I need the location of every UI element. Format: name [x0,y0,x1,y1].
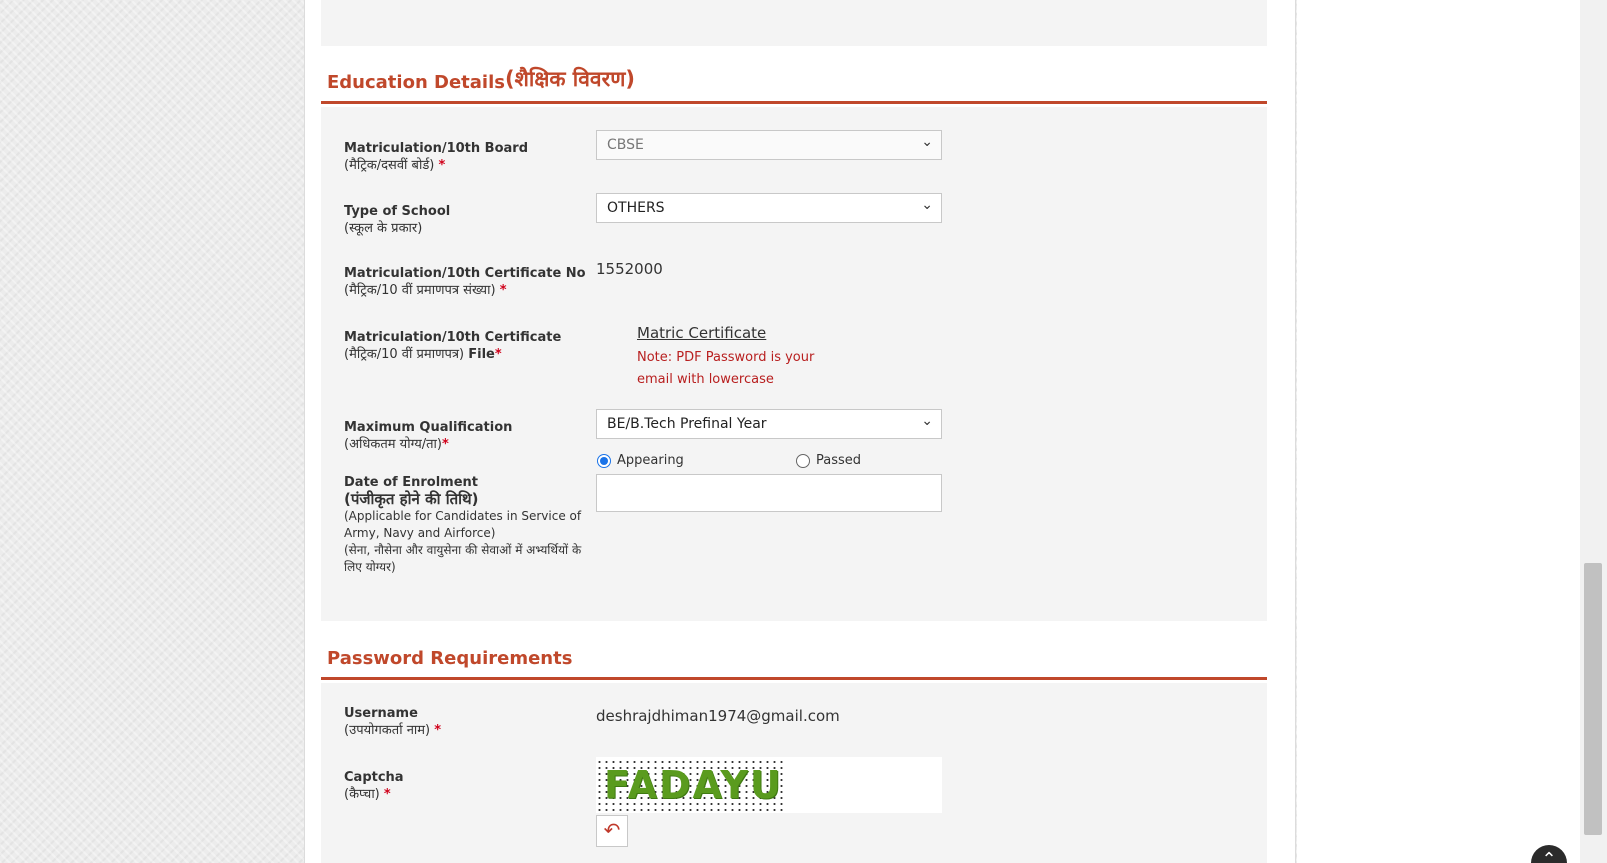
cert-no-label-en: Matriculation/10th Certificate No [344,266,586,281]
cert-file-label-suffix: File [468,347,495,362]
required-marker: * [494,347,502,362]
username-label-hi-wrap: (उपयोगकर्ता नाम) * [344,722,441,739]
school-type-label: Type of School (स्कूल के प्रकार) [344,203,450,237]
previous-section-panel [321,0,1267,46]
captcha-label-hi-wrap: (कैप्चा) * [344,786,404,803]
matric-certificate-link[interactable]: Matric Certificate [637,324,766,342]
radio-passed-label: Passed [816,453,862,468]
captcha-refresh-button[interactable]: ↶ [596,815,628,847]
cert-no-label-hi: (मैट्रिक/10 वीं प्रमाणपत्र संख्या) [344,283,496,298]
enrolment-note-hi: (सेना, नौसेना और वायुसेना की सेवाओं में … [344,543,582,574]
cert-no-label-hi-wrap: (मैट्रिक/10 वीं प्रमाणपत्र संख्या) * [344,282,586,299]
captcha-label-en: Captcha [344,770,404,785]
qualification-label-hi: (अधिकतम योग्य/ता) [344,437,442,452]
qualification-select[interactable]: BE/B.Tech Prefinal Year ⌄ [596,409,942,439]
board-label: Matriculation/10th Board (मैट्रिक/दसवीं … [344,140,528,174]
required-marker: * [442,437,449,452]
school-type-label-hi: (स्कूल के प्रकार) [344,221,423,236]
education-title-en: Education Details [327,72,505,93]
board-label-en: Matriculation/10th Board [344,141,528,156]
radio-appearing-label: Appearing [617,453,684,468]
chevron-down-icon: ⌄ [921,197,933,213]
cert-file-label: Matriculation/10th Certificate (मैट्रिक/… [344,329,561,363]
cert-no-label: Matriculation/10th Certificate No (मैट्र… [344,265,586,299]
scrollbar-thumb[interactable] [1584,563,1602,835]
cert-no-value: 1552000 [596,260,663,278]
arrow-up-icon: ⌃ [1541,849,1557,863]
username-label-en: Username [344,706,418,721]
pdf-password-note: Note: PDF Password is your email with lo… [637,350,815,387]
school-type-select-value: OTHERS [607,200,665,216]
qualification-label-hi-wrap: (अधिकतम योग्य/ता)* [344,436,512,453]
enrolment-label-hi: (पंजीकृत होने की तिथि) [344,490,479,508]
cert-file-label-hi: (मैट्रिक/10 वीं प्रमाणपत्र) [344,347,465,362]
qualification-select-value: BE/B.Tech Prefinal Year [607,416,767,432]
cert-file-label-en: Matriculation/10th Certificate [344,330,562,345]
enrolment-label-en: Date of Enrolment [344,475,478,490]
school-type-select[interactable]: OTHERS ⌄ [596,193,942,223]
required-marker: * [434,723,442,738]
captcha-image: FADAYU [596,759,787,811]
required-marker: * [438,158,446,173]
school-type-label-en: Type of School [344,204,451,219]
board-label-hi: (मैट्रिक/दसवीं बोर्ड) [344,158,435,173]
radio-appearing[interactable]: Appearing [597,453,684,468]
enrolment-date-input[interactable] [596,474,942,512]
captcha-label-hi: (कैप्चा) [344,787,380,802]
right-blank-area [1297,0,1580,863]
qualification-label: Maximum Qualification (अधिकतम योग्य/ता)* [344,419,512,453]
password-title: Password Requirements [327,648,573,669]
radio-checked-icon [597,453,611,468]
required-marker: * [499,283,507,298]
radio-unchecked-icon [796,453,810,468]
username-label-hi: (उपयोगकर्ता नाम) [344,723,431,738]
board-label-hi-wrap: (मैट्रिक/दसवीं बोर्ड) * [344,157,528,174]
password-section-title: Password Requirements [321,636,1267,680]
qualification-label-en: Maximum Qualification [344,420,513,435]
username-label: Username (उपयोगकर्ता नाम) * [344,705,441,739]
enrolment-note-en: (Applicable for Candidates in Service of… [344,509,582,540]
education-section-title: Education Details (शैक्षिक विवरण) [321,60,1267,104]
board-select[interactable]: CBSE ⌄ [596,130,942,160]
refresh-icon: ↶ [603,818,621,842]
username-value: deshrajdhiman1974@gmail.com [596,707,840,725]
radio-passed[interactable]: Passed [796,453,861,468]
enrolment-label: Date of Enrolment (पंजीकृत होने की तिथि)… [344,474,584,576]
education-title-hi: (शैक्षिक विवरण) [505,67,635,91]
board-select-value: CBSE [607,137,644,153]
chevron-down-icon: ⌄ [921,413,933,429]
chevron-down-icon: ⌄ [921,134,933,150]
cert-file-label-hi-wrap: (मैट्रिक/10 वीं प्रमाणपत्र) File* [344,346,561,363]
captcha-label: Captcha (कैप्चा) * [344,769,404,803]
required-marker: * [383,787,391,802]
